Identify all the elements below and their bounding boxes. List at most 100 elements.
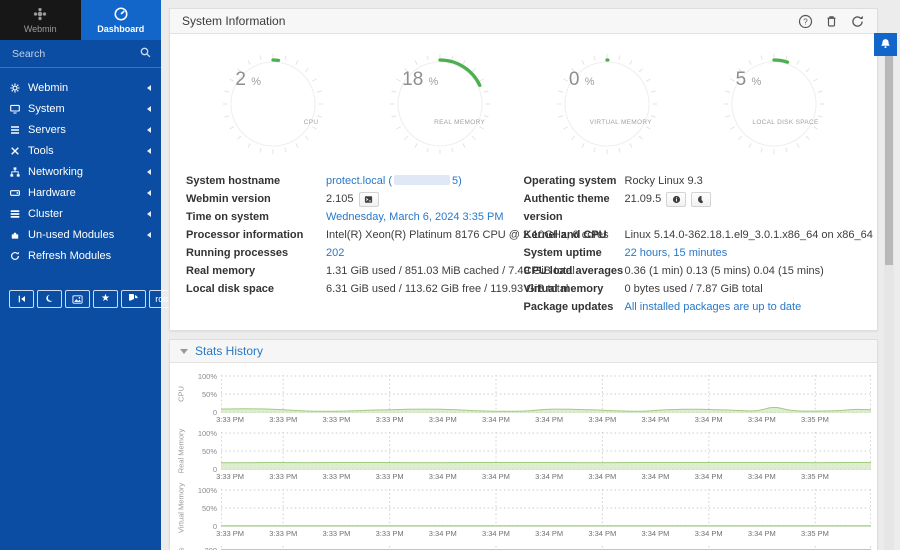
info-label: Processor information <box>186 226 326 244</box>
star-icon: ★ <box>101 294 110 304</box>
chevron-left-icon <box>147 148 151 154</box>
info-value: 0.36 (1 min) 0.13 (5 mins) 0.04 (15 mins… <box>625 262 824 280</box>
info-label: Running processes <box>186 244 326 262</box>
info-value: 2.105 <box>326 190 379 208</box>
chart-x-axis: 3:33 PM3:33 PM3:33 PM3:33 PM3:34 PM3:34 … <box>221 470 871 483</box>
system-information-header: System Information ? <box>170 9 877 34</box>
gauge-cpu: 2 %CPU <box>215 46 331 162</box>
info-column-right: Operating systemRocky Linux 9.3Authentic… <box>524 172 862 316</box>
info-value[interactable]: 22 hours, 15 minutes <box>625 244 728 262</box>
chevron-left-icon <box>147 190 151 196</box>
sidebar-item-webmin[interactable]: Webmin <box>0 77 161 98</box>
time-tick-label: 3:34 PM <box>748 529 776 538</box>
collapse-sidebar-button[interactable] <box>9 290 34 308</box>
time-tick-label: 3:33 PM <box>216 472 244 481</box>
refresh-icon <box>10 251 20 261</box>
system-info-table: System hostnameprotect.local (5)Webmin v… <box>170 162 877 330</box>
sidebar-item-tools[interactable]: Tools <box>0 140 161 161</box>
webmin-logo-icon <box>33 7 47 21</box>
info-row: Kernel and CPULinux 5.14.0-362.18.1.el9_… <box>524 226 862 244</box>
info-value[interactable]: 202 <box>326 244 344 262</box>
chart-x-axis: 3:33 PM3:33 PM3:33 PM3:33 PM3:34 PM3:34 … <box>221 413 871 426</box>
tab-webmin[interactable]: Webmin <box>0 0 81 40</box>
wallpaper-button[interactable] <box>65 290 90 308</box>
info-value[interactable]: Wednesday, March 6, 2024 3:35 PM <box>326 208 504 226</box>
sidebar-item-hardware[interactable]: Hardware <box>0 182 161 203</box>
chevron-left-icon <box>147 106 151 112</box>
chart-axis-title: Processes <box>174 546 187 550</box>
info-value: Rocky Linux 9.3 <box>625 172 703 190</box>
main-content: System Information ? 2 %CPU18 %REAL MEMO… <box>161 0 900 550</box>
database-stack-icon <box>10 209 20 219</box>
time-tick-label: 3:35 PM <box>801 529 829 538</box>
gauge-label: LOCAL DISK SPACE <box>752 119 818 126</box>
scrollbar-track[interactable] <box>884 33 894 550</box>
time-tick-label: 3:34 PM <box>588 529 616 538</box>
info-badge-button[interactable] <box>666 192 686 207</box>
stats-history-panel: Stats History CPU100%50%03:33 PM3:33 PM3… <box>169 339 878 550</box>
scrollbar-thumb[interactable] <box>885 35 893 265</box>
sidebar-item-servers[interactable]: Servers <box>0 119 161 140</box>
sidebar-item-system[interactable]: System <box>0 98 161 119</box>
time-tick-label: 3:34 PM <box>748 472 776 481</box>
night-mode-button[interactable] <box>37 290 62 308</box>
time-tick-label: 3:34 PM <box>588 415 616 424</box>
notifications-bell-tab[interactable] <box>874 33 897 56</box>
info-row: System hostnameprotect.local (5) <box>186 172 524 190</box>
time-tick-label: 3:34 PM <box>429 529 457 538</box>
sidebar-menu: Webmin System Servers Tools Networking H… <box>0 68 161 266</box>
sidebar-item-cluster[interactable]: Cluster <box>0 203 161 224</box>
info-label: System uptime <box>524 244 625 262</box>
time-tick-label: 3:34 PM <box>535 472 563 481</box>
console-badge-button[interactable] <box>359 192 379 207</box>
refresh-icon[interactable] <box>850 14 865 29</box>
info-row: Local disk space6.31 GiB used / 113.62 G… <box>186 280 524 298</box>
search-input[interactable] <box>10 47 140 61</box>
chart-plot: 3:33 PM3:33 PM3:33 PM3:33 PM3:34 PM3:34 … <box>221 489 871 540</box>
gauge-local-disk-space: 5 %LOCAL DISK SPACE <box>716 46 832 162</box>
chart-row-processes: Processes200 <box>174 546 871 550</box>
info-value[interactable]: protect.local (5) <box>326 172 462 190</box>
info-label: Real memory <box>186 262 326 280</box>
time-tick-label: 3:34 PM <box>482 472 510 481</box>
info-label: CPU load averages <box>524 262 625 280</box>
time-tick-label: 3:34 PM <box>535 529 563 538</box>
gauge-percent: 2 % <box>235 69 261 91</box>
sidebar-item-unused-modules[interactable]: Un-used Modules <box>0 224 161 245</box>
chevron-left-icon <box>147 85 151 91</box>
sidebar-item-refresh-modules[interactable]: Refresh Modules <box>0 245 161 266</box>
sidebar-item-label: Refresh Modules <box>28 250 111 262</box>
search-icon[interactable] <box>140 45 151 63</box>
sidebar: Webmin Dashboard Webmin System Servers <box>0 0 161 550</box>
info-label: System hostname <box>186 172 326 190</box>
delete-icon[interactable] <box>824 14 839 29</box>
info-row: Virtual memory0 bytes used / 7.87 GiB to… <box>524 280 862 298</box>
info-row: System uptime22 hours, 15 minutes <box>524 244 862 262</box>
tab-dashboard-label: Dashboard <box>97 24 144 34</box>
tab-dashboard[interactable]: Dashboard <box>81 0 162 40</box>
page-title: System Information <box>182 14 285 28</box>
favorites-button[interactable]: ★ <box>93 290 118 308</box>
info-label: Virtual memory <box>524 280 625 298</box>
theme-button[interactable] <box>121 290 146 308</box>
time-tick-label: 3:34 PM <box>695 472 723 481</box>
time-tick-label: 3:35 PM <box>801 415 829 424</box>
stats-history-header[interactable]: Stats History <box>170 340 877 363</box>
help-icon[interactable]: ? <box>798 14 813 29</box>
sidebar-item-label: Networking <box>28 166 83 178</box>
sidebar-item-label: Hardware <box>28 187 76 199</box>
palette-badge-button[interactable] <box>691 192 711 207</box>
y-tick-label: 50% <box>202 504 217 513</box>
info-value: 0 bytes used / 7.87 GiB total <box>625 280 763 298</box>
info-row: Processor informationIntel(R) Xeon(R) Pl… <box>186 226 524 244</box>
svg-text:?: ? <box>803 17 808 26</box>
sidebar-item-networking[interactable]: Networking <box>0 161 161 182</box>
chart-y-axis: 100%50%0 <box>187 375 221 413</box>
time-tick-label: 3:34 PM <box>482 415 510 424</box>
info-value[interactable]: All installed packages are up to date <box>625 298 802 316</box>
time-tick-label: 3:34 PM <box>748 415 776 424</box>
time-tick-label: 3:34 PM <box>695 415 723 424</box>
time-tick-label: 3:34 PM <box>641 415 669 424</box>
sidebar-footer-toolbar: ★ root <box>0 290 161 308</box>
sidebar-item-label: Cluster <box>28 208 63 220</box>
